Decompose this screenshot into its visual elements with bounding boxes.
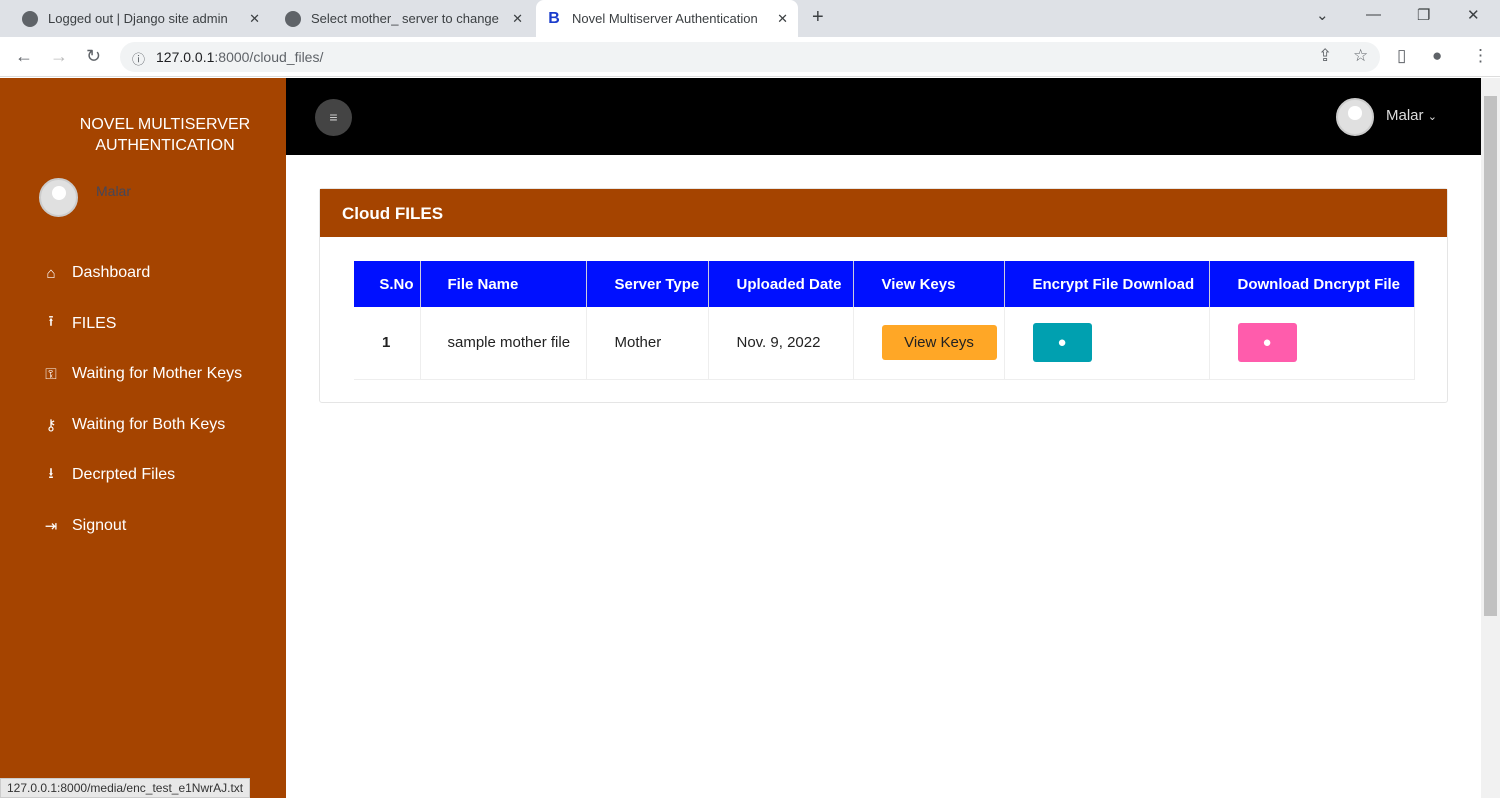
side-panel-icon[interactable]: ▯ [1397,46,1406,66]
topbar-avatar[interactable] [1336,98,1374,136]
col-uploaded-date: Uploaded Date [708,261,854,307]
encrypt-download-button[interactable]: ● [1032,323,1092,363]
sidebar-item-waiting-both-keys[interactable]: ⚷ Waiting for Both Keys [40,400,242,451]
tab-search-button[interactable]: ⌄ [1316,6,1329,24]
browser-tab-bar: Logged out | Django site admin ✕ Select m… [0,0,1500,37]
sidebar-item-files[interactable]: ⭱ FILES [40,299,242,350]
address-bar-row: ← → ↻ ⓘ 127.0.0.1:8000/cloud_files/ ⇪ ☆ ▯… [0,37,1500,77]
menu-toggle-button[interactable]: ≡ [315,99,352,136]
close-tab-icon[interactable]: ✕ [777,11,788,27]
key-icon: ⚿ [45,365,57,383]
table-header-row: S.No File Name Server Type Uploaded Date… [354,261,1415,307]
col-sno: S.No [354,261,421,307]
bootstrap-favicon-icon: B [548,9,560,27]
star-icon[interactable]: ☆ [1353,46,1368,66]
download-circle-icon: ● [1262,334,1272,352]
globe-icon [285,10,301,27]
download-icon: ⭳ [48,464,54,482]
scrollbar-thumb[interactable] [1484,96,1497,616]
status-bar-url: 127.0.0.1:8000/media/enc_test_e1NwrAJ.tx… [0,778,251,798]
globe-icon [22,10,38,27]
forward-icon[interactable]: → [50,46,68,67]
sidebar-item-waiting-mother-keys[interactable]: ⚿ Waiting for Mother Keys [40,349,242,400]
new-tab-button[interactable]: + [812,6,824,29]
cell-sno: 1 [354,307,421,380]
table-row: 1 sample mother file Mother Nov. 9, 2022… [354,307,1415,380]
tab-novel-multiserver[interactable]: B Novel Multiserver Authentication ✕ [536,0,798,37]
cell-file-name: sample mother file [420,307,587,380]
restore-button[interactable]: ❐ [1417,6,1430,24]
top-navbar: ≡ Malar ⌄ [286,78,1481,155]
col-server-type: Server Type [586,261,709,307]
col-decrypt-download: Download Dncrypt File [1209,261,1415,307]
cell-server-type: Mother [586,307,709,380]
col-view-keys: View Keys [853,261,1005,307]
col-encrypt-download: Encrypt File Download [1004,261,1210,307]
user-dropdown[interactable]: Malar ⌄ [1386,107,1437,124]
upload-icon: ⭱ [48,313,54,331]
download-circle-icon: ● [1057,334,1067,352]
close-window-button[interactable]: ✕ [1467,6,1480,24]
sidebar: NOVEL MULTISERVER AUTHENTICATION Malar ⌂… [0,78,286,798]
menu-icon[interactable]: ⋮ [1472,46,1489,66]
cloud-files-card: Cloud FILES S.No File Name Server Type U… [319,188,1448,403]
sidebar-user-name: Malar [96,183,132,199]
close-tab-icon[interactable]: ✕ [512,11,523,27]
sidebar-item-signout[interactable]: ⇥ Signout [40,501,242,552]
chevron-down-icon: ⌄ [1427,111,1437,123]
files-table: S.No File Name Server Type Uploaded Date… [354,261,1415,380]
key-plus-icon: ⚷ [45,416,57,434]
signout-icon: ⇥ [44,517,58,535]
avatar [39,178,78,217]
home-icon: ⌂ [46,264,56,282]
sidebar-item-dashboard[interactable]: ⌂ Dashboard [40,248,242,299]
url-input[interactable]: ⓘ 127.0.0.1:8000/cloud_files/ [120,42,1380,72]
brand-title: NOVEL MULTISERVER AUTHENTICATION [79,116,251,154]
profile-icon[interactable]: ● [1432,46,1442,66]
info-icon: ⓘ [132,52,146,67]
minimize-button[interactable]: — [1366,6,1381,23]
scrollbar[interactable] [1481,78,1500,798]
tab-django-admin[interactable]: Logged out | Django site admin ✕ [12,0,270,37]
col-file-name: File Name [420,261,587,307]
decrypt-download-button[interactable]: ● [1237,323,1297,363]
share-icon[interactable]: ⇪ [1318,46,1332,66]
reload-icon[interactable]: ↻ [86,46,101,67]
view-keys-button[interactable]: View Keys [881,325,997,361]
card-title: Cloud FILES [320,189,1447,237]
sidebar-item-decrypted-files[interactable]: ⭳ Decrpted Files [40,450,242,501]
cell-date: Nov. 9, 2022 [708,307,854,380]
back-icon[interactable]: ← [15,46,33,67]
tab-select-server[interactable]: Select mother_ server to change ✕ [275,0,533,37]
close-tab-icon[interactable]: ✕ [249,11,260,27]
